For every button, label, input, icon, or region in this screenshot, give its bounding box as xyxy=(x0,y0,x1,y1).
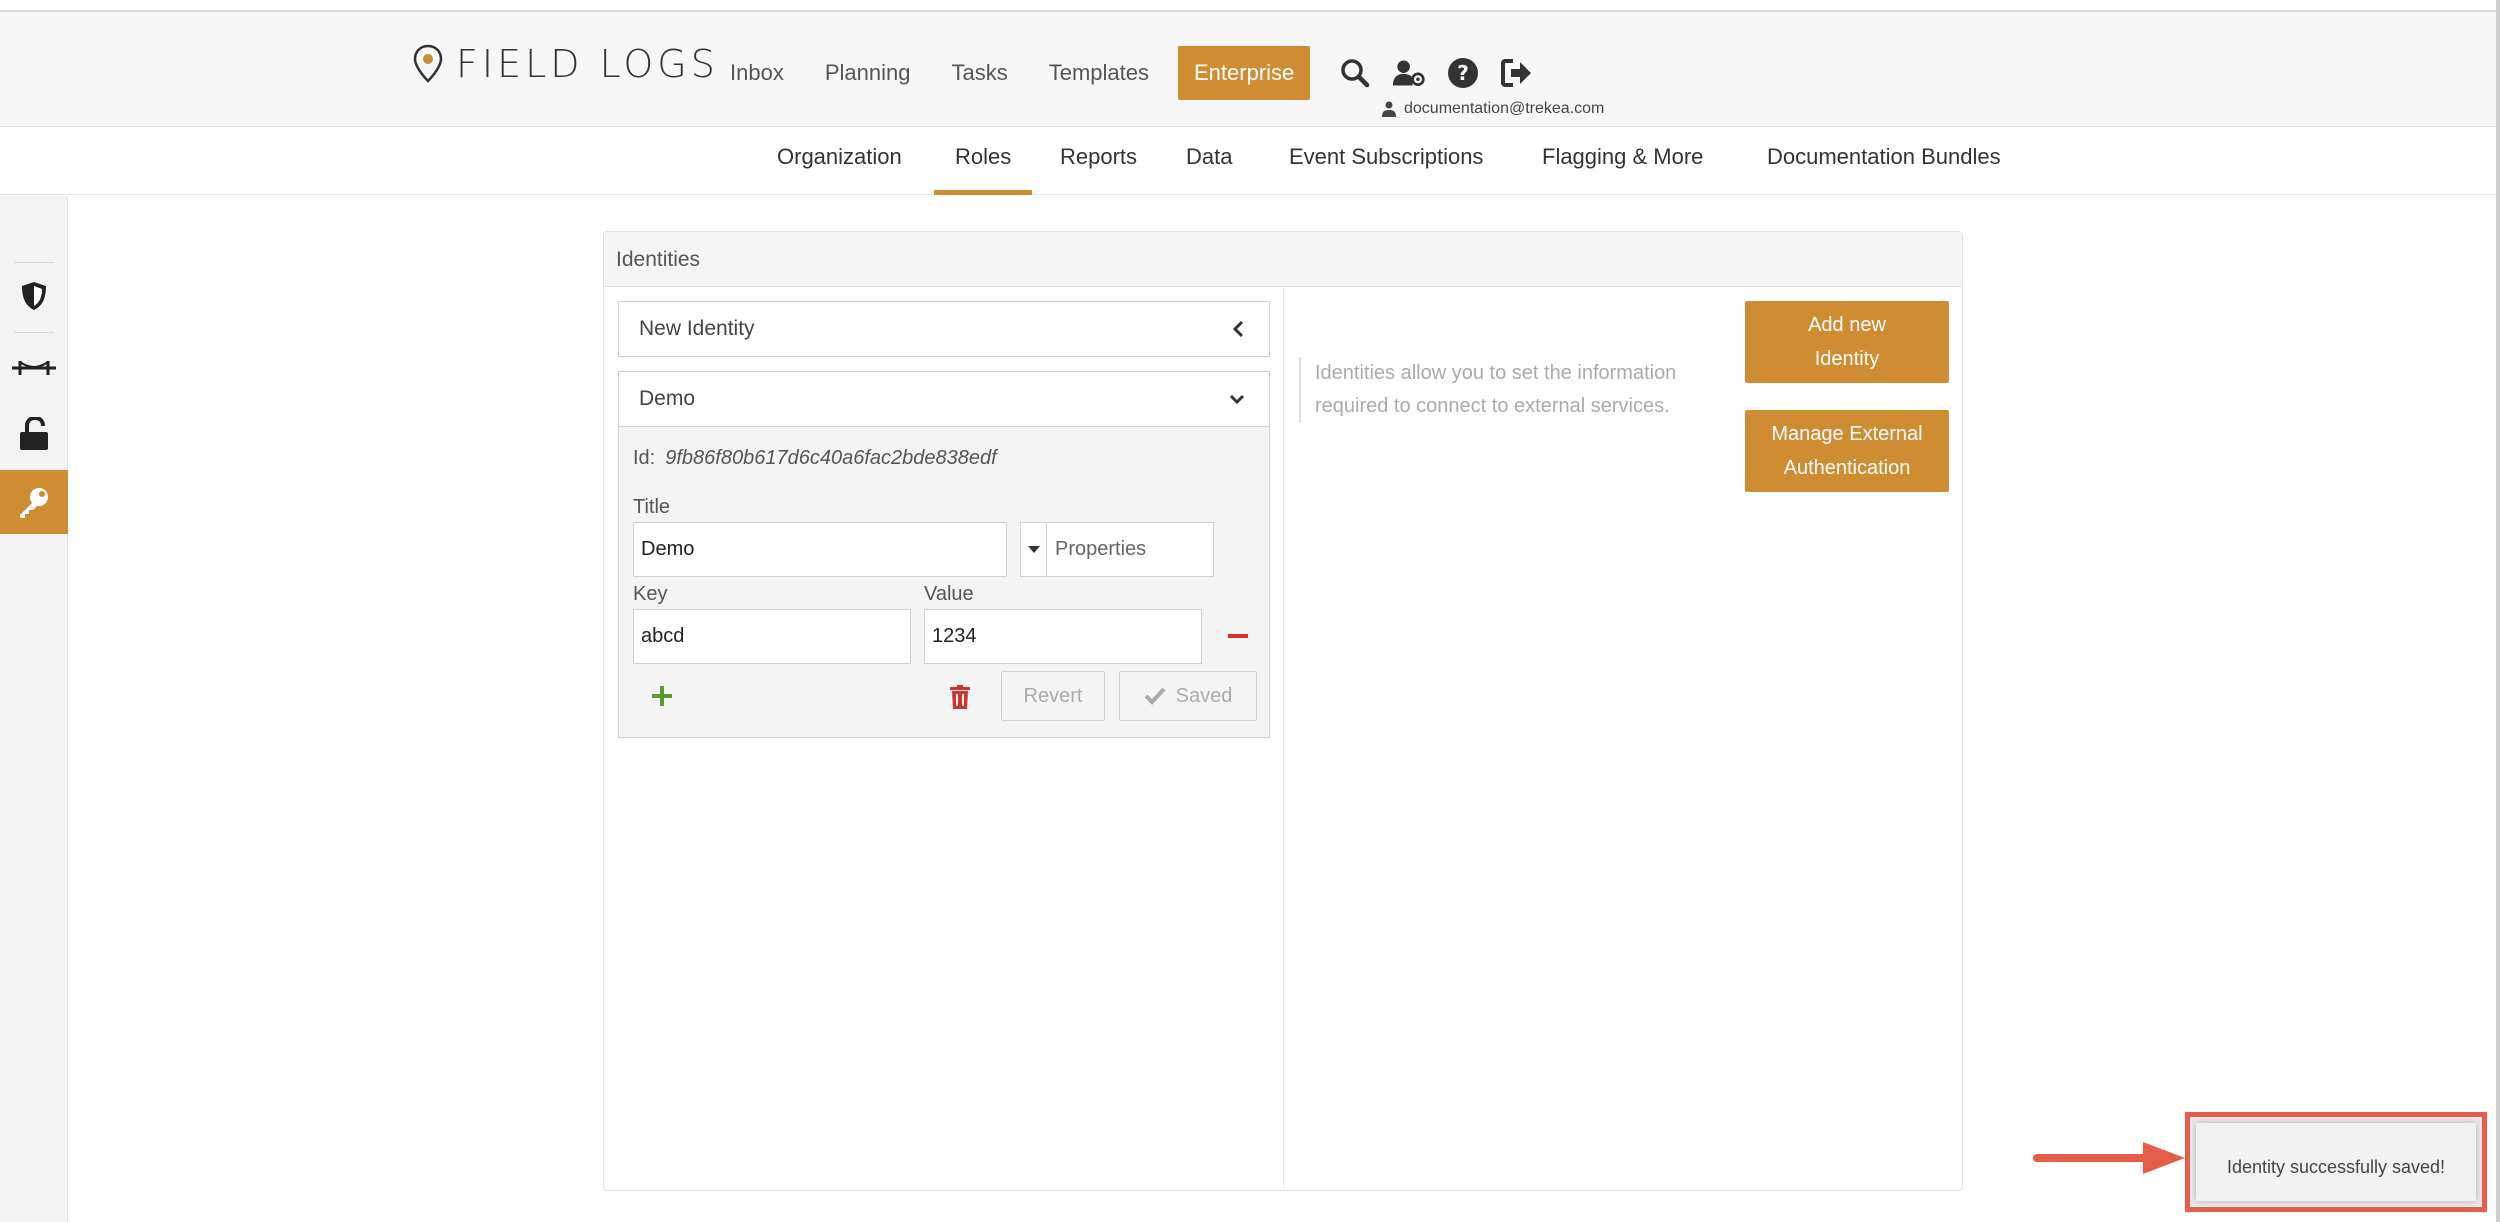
rail-divider xyxy=(14,332,54,333)
left-rail xyxy=(0,196,68,1222)
add-property-button[interactable] xyxy=(649,683,675,709)
search-icon[interactable] xyxy=(1338,56,1372,90)
panel-title: Identities xyxy=(604,232,1962,287)
location-pin-icon xyxy=(413,44,443,83)
title-label: Title xyxy=(633,496,671,518)
tab-reports[interactable]: Reports xyxy=(1060,127,1137,195)
key-icon xyxy=(20,488,48,518)
caret-down-icon xyxy=(1021,523,1047,576)
success-toast[interactable]: Identity successfully saved! xyxy=(2196,1123,2476,1201)
nav-templates[interactable]: Templates xyxy=(1049,60,1149,86)
add-new-identity-button[interactable]: Add new Identity xyxy=(1745,301,1949,383)
sub-nav: Organization Roles Reports Data Event Su… xyxy=(0,127,2500,195)
manage-external-authentication-label: Manage External Authentication xyxy=(1771,423,1923,479)
delete-identity-button[interactable] xyxy=(947,683,973,711)
key-label: Key xyxy=(633,583,668,605)
manage-external-authentication-button[interactable]: Manage External Authentication xyxy=(1745,410,1949,492)
identity-editor: Id: 9fb86f80b617d6c40a6fac2bde838edf Titl… xyxy=(618,427,1270,738)
key-input[interactable]: abcd xyxy=(633,609,911,664)
identity-row-demo[interactable]: Demo xyxy=(618,371,1270,427)
identity-id-label: Id: xyxy=(633,447,656,469)
identity-id: Id: 9fb86f80b617d6c40a6fac2bde838edf xyxy=(633,447,997,470)
main-nav: Inbox Planning Tasks Templates Enterpris… xyxy=(730,46,1554,100)
nav-tasks[interactable]: Tasks xyxy=(951,60,1007,86)
rail-item-permissions[interactable] xyxy=(0,402,68,466)
nav-enterprise[interactable]: Enterprise xyxy=(1178,46,1311,100)
toast-message: Identity successfully saved! xyxy=(2226,1156,2446,1177)
logout-icon[interactable] xyxy=(1500,56,1534,90)
svg-text:?: ? xyxy=(1457,61,1469,85)
saved-button[interactable]: Saved xyxy=(1119,671,1257,721)
identity-type-select[interactable]: Properties xyxy=(1020,522,1214,577)
add-new-identity-label: Add new Identity xyxy=(1808,314,1886,370)
minus-icon xyxy=(1228,634,1248,638)
panel-divider xyxy=(1283,288,1284,1191)
user-settings-icon[interactable] xyxy=(1392,56,1426,90)
annotation-highlight: Identity successfully saved! xyxy=(2185,1112,2487,1212)
tab-data[interactable]: Data xyxy=(1186,127,1232,195)
value-input[interactable]: 1234 xyxy=(924,609,1202,664)
top-header: FIELD LOGS Inbox Planning Tasks Template… xyxy=(0,0,2500,127)
revert-label: Revert xyxy=(1023,684,1083,707)
nav-inbox[interactable]: Inbox xyxy=(730,60,784,86)
value-label: Value xyxy=(924,583,974,605)
tab-flagging-more[interactable]: Flagging & More xyxy=(1542,127,1703,195)
rail-divider xyxy=(14,262,54,263)
identity-name: Demo xyxy=(639,387,696,410)
trash-icon xyxy=(950,685,970,709)
tab-organization[interactable]: Organization xyxy=(777,127,902,195)
identities-panel: Identities New Identity Demo Id: 9fb86f80… xyxy=(603,231,1963,1191)
logo-text: FIELD LOGS xyxy=(456,42,719,86)
help-icon[interactable]: ? xyxy=(1446,56,1480,90)
new-identity-row[interactable]: New Identity xyxy=(618,301,1270,357)
rail-item-security[interactable] xyxy=(0,264,68,328)
unlock-icon xyxy=(20,417,48,450)
chevron-left-icon xyxy=(1231,302,1245,377)
app-logo[interactable]: FIELD LOGS xyxy=(410,42,719,86)
revert-button[interactable]: Revert xyxy=(1001,671,1105,721)
rail-item-identities[interactable] xyxy=(0,470,68,534)
current-user[interactable]: documentation@trekea.com xyxy=(1382,100,1604,118)
bridge-icon xyxy=(12,361,56,375)
user-icon xyxy=(1382,101,1396,117)
annotation-arrow xyxy=(2033,1142,2185,1174)
check-icon xyxy=(1144,687,1166,705)
nav-planning[interactable]: Planning xyxy=(825,60,911,86)
tab-documentation-bundles[interactable]: Documentation Bundles xyxy=(1767,127,2001,195)
plus-icon xyxy=(652,686,672,706)
title-input[interactable]: Demo xyxy=(633,522,1007,577)
window-edge xyxy=(2496,0,2500,1222)
rail-item-connections[interactable] xyxy=(0,336,68,400)
identities-help-text: Identities allow you to set the informat… xyxy=(1299,357,1709,423)
shield-icon xyxy=(22,282,46,310)
tab-roles[interactable]: Roles xyxy=(934,127,1033,195)
identity-id-value: 9fb86f80b617d6c40a6fac2bde838edf xyxy=(665,447,997,469)
user-email: documentation@trekea.com xyxy=(1404,100,1605,117)
identity-type-value: Properties xyxy=(1055,538,1147,560)
new-identity-label: New Identity xyxy=(639,317,755,340)
tab-event-subscriptions[interactable]: Event Subscriptions xyxy=(1289,127,1483,195)
remove-property-button[interactable] xyxy=(1225,623,1251,649)
saved-label: Saved xyxy=(1175,684,1233,707)
